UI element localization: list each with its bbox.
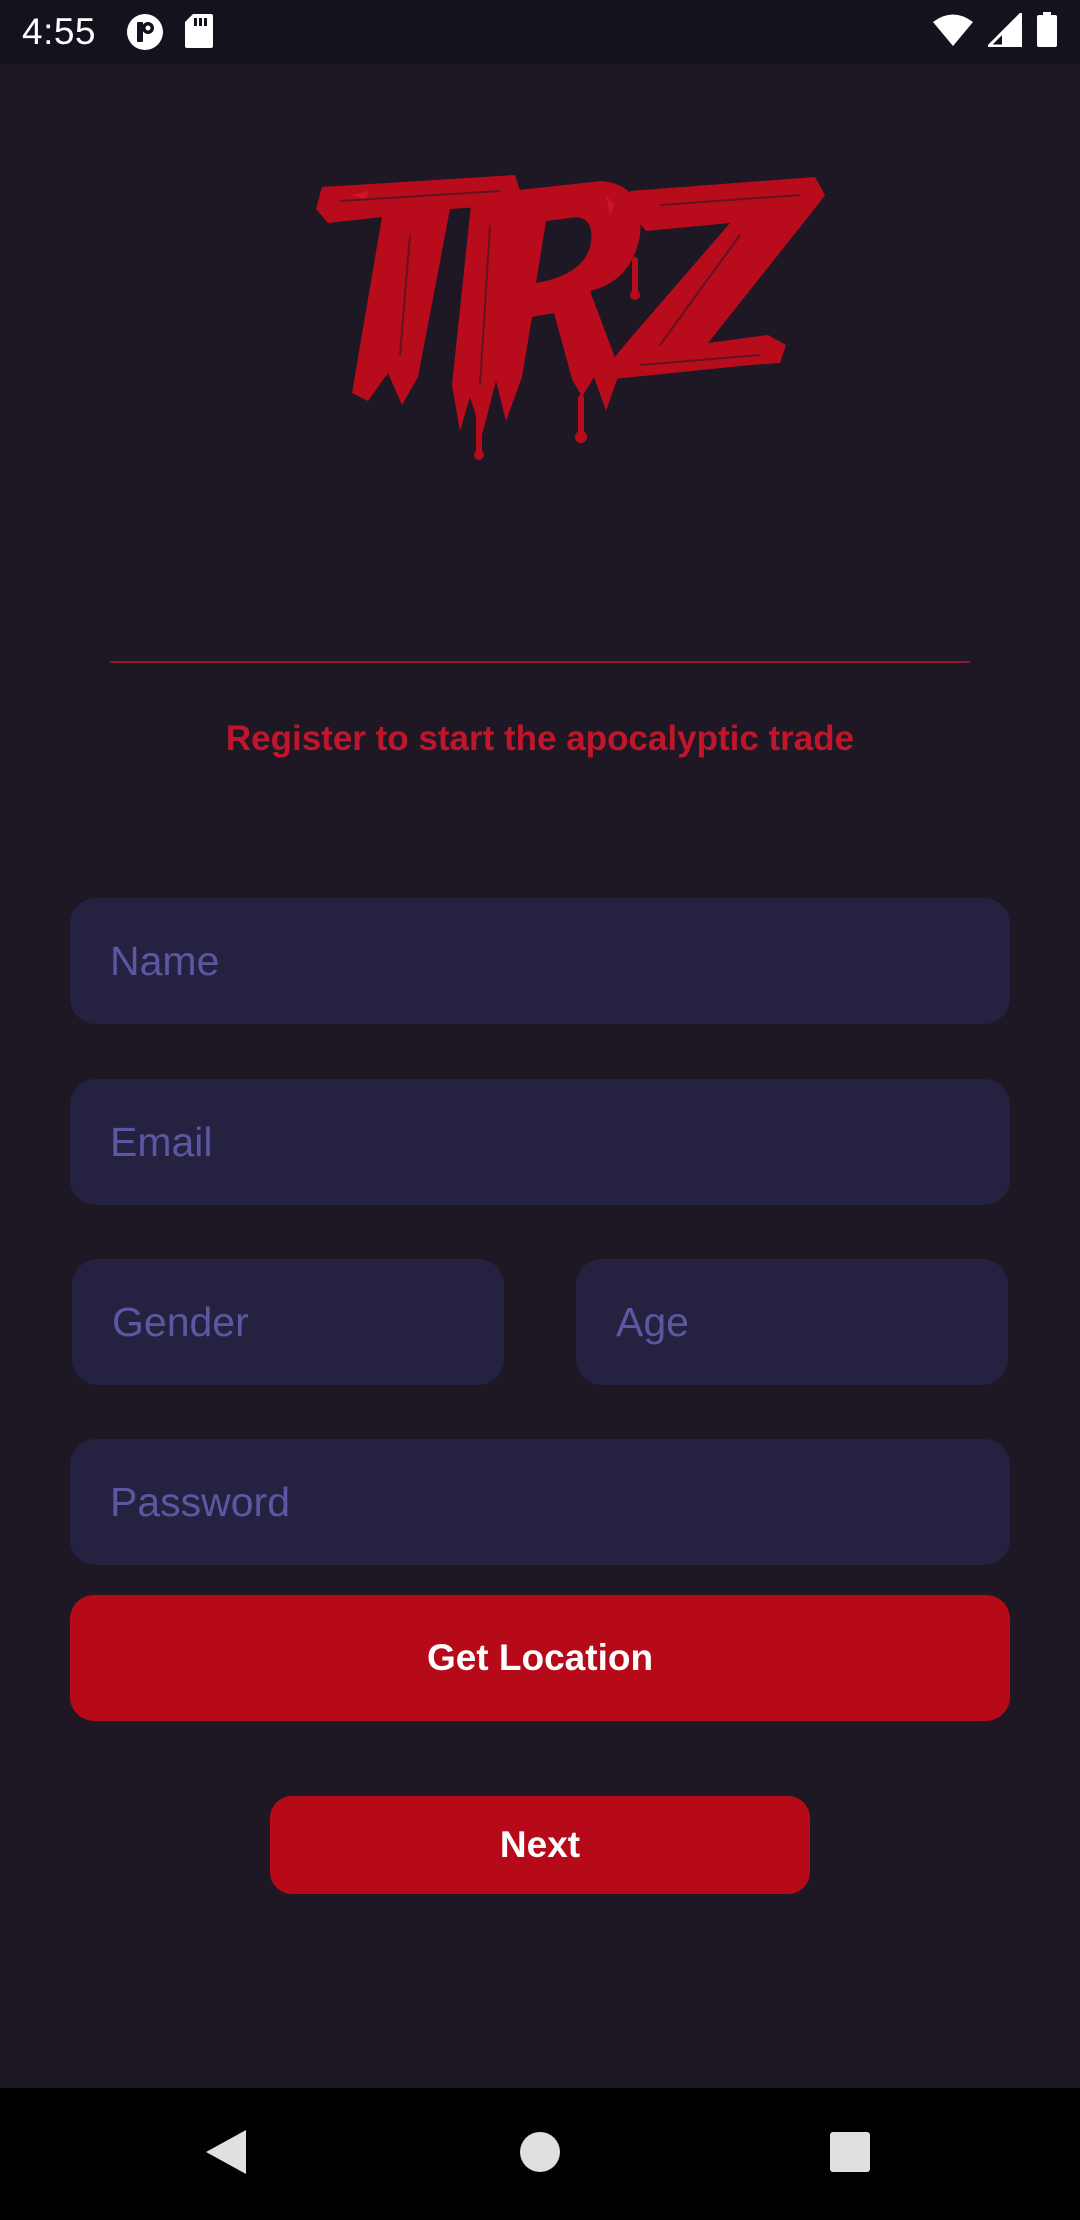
password-field-container — [70, 1439, 1010, 1565]
age-field-container — [576, 1259, 1008, 1385]
password-input[interactable] — [70, 1439, 1010, 1565]
battery-icon — [1036, 12, 1058, 53]
tagline: Register to start the apocalyptic trade — [225, 719, 855, 758]
navigation-bar — [0, 2088, 1080, 2220]
trz-logo — [310, 165, 830, 465]
status-bar: 4:55 — [0, 0, 1080, 64]
divider-line — [110, 661, 970, 663]
home-button[interactable] — [474, 2088, 606, 2220]
get-location-button[interactable]: Get Location — [70, 1595, 1010, 1721]
sd-card-icon — [184, 13, 214, 56]
home-icon — [519, 2131, 561, 2178]
email-input[interactable] — [70, 1079, 1010, 1205]
recents-button[interactable] — [784, 2088, 916, 2220]
gender-field-container — [72, 1259, 504, 1385]
name-input[interactable] — [70, 898, 1010, 1024]
age-input[interactable] — [576, 1259, 1008, 1385]
next-button[interactable]: Next — [270, 1796, 810, 1894]
recents-icon — [829, 2131, 871, 2178]
back-button[interactable] — [160, 2088, 292, 2220]
name-field-container — [70, 898, 1010, 1024]
email-field-container — [70, 1079, 1010, 1205]
app-notification-icon — [126, 13, 164, 56]
register-screen: 4:55 Register to start the apocalyptic t… — [0, 0, 1080, 2220]
back-icon — [204, 2128, 248, 2181]
gender-input[interactable] — [72, 1259, 504, 1385]
wifi-icon — [932, 13, 974, 52]
signal-icon — [985, 10, 1023, 52]
status-time: 4:55 — [22, 11, 97, 52]
